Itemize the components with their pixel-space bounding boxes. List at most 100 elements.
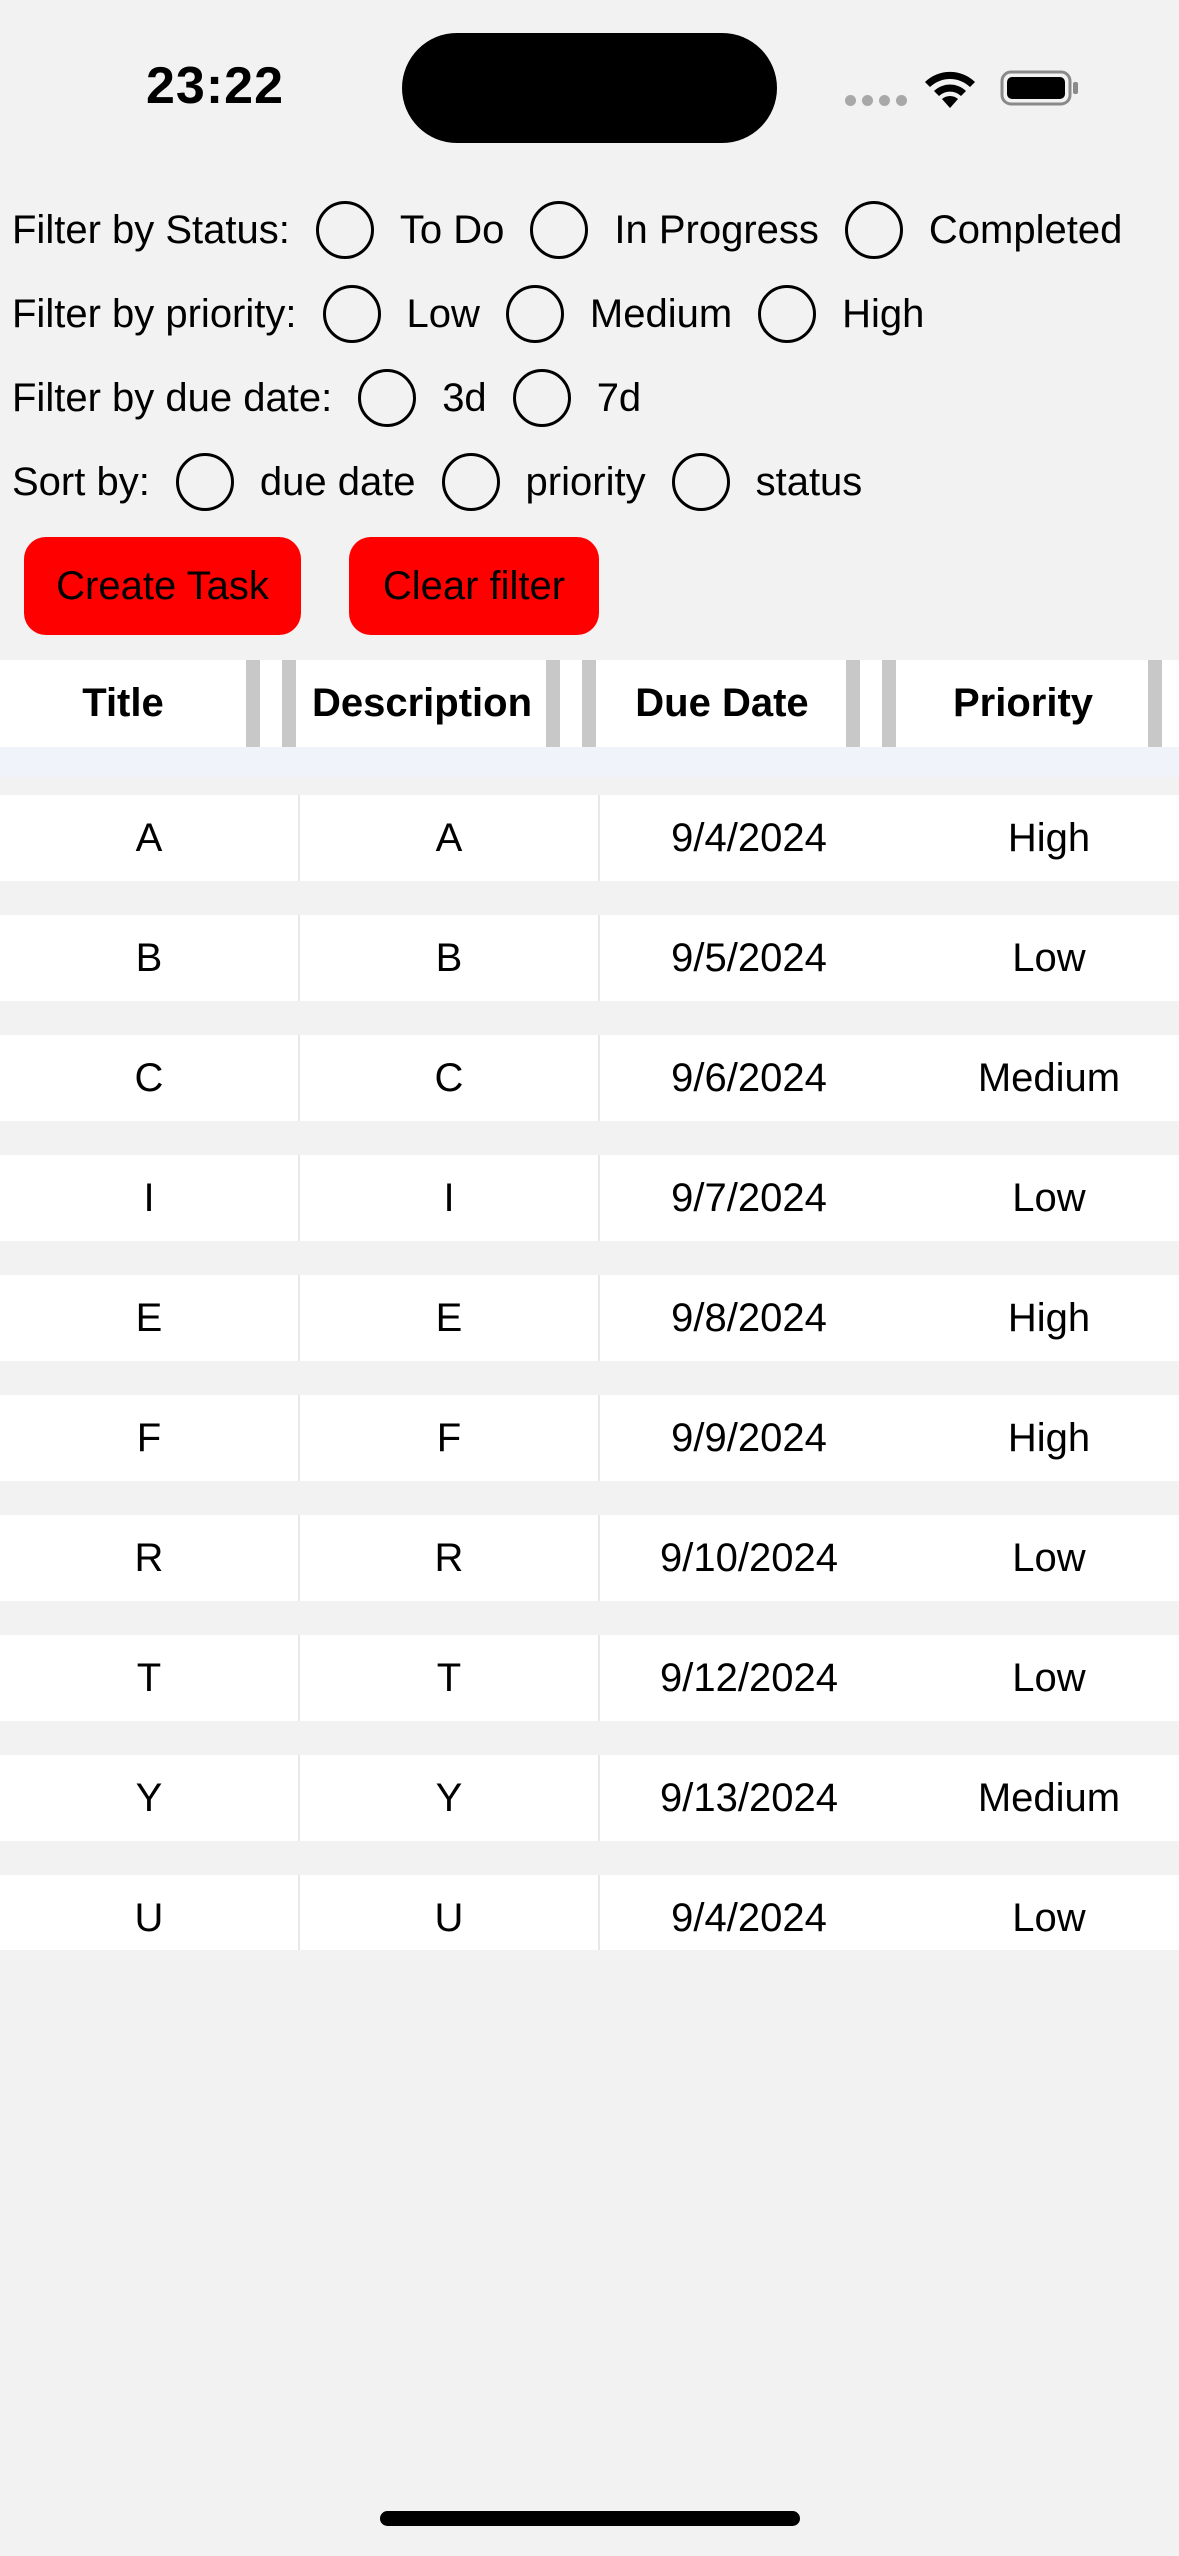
sort-label: Sort by: (12, 459, 150, 504)
radio-completed-label: Completed (928, 207, 1123, 252)
status-filter-row: Filter by Status: To Do In Progress Comp… (12, 200, 1148, 260)
column-resize-handle[interactable] (846, 660, 860, 747)
radio-7d[interactable] (512, 369, 571, 427)
table-row[interactable]: U U 9/4/2024 Low (0, 1875, 1179, 1950)
cell-priority: Low (1012, 1895, 1086, 1940)
column-resize-handle[interactable] (246, 660, 260, 747)
cell-due-date: 9/5/2024 (671, 935, 827, 980)
cell-due-date: 9/6/2024 (671, 1055, 827, 1100)
cell-priority: Low (1012, 1535, 1086, 1580)
status-bar: 23:22 (0, 0, 1179, 160)
table-row[interactable]: C C 9/6/2024 Medium (0, 1035, 1179, 1121)
cell-title: A (135, 815, 163, 860)
radio-sort-due-date-label: due date (259, 459, 416, 504)
cell-priority: High (1007, 1415, 1091, 1460)
table-row[interactable]: F F 9/9/2024 High (0, 1395, 1179, 1481)
status-filter-label: Filter by Status: (12, 207, 290, 252)
cell-description: U (434, 1895, 464, 1940)
cell-priority: High (1007, 1295, 1091, 1340)
radio-todo[interactable] (315, 201, 374, 259)
cell-due-date: 9/10/2024 (660, 1535, 838, 1580)
cell-priority: Low (1012, 935, 1086, 980)
battery-icon (1000, 70, 1078, 106)
cell-title: R (134, 1535, 164, 1580)
cell-title: B (135, 935, 163, 980)
cell-priority: Medium (977, 1055, 1121, 1100)
cell-due-date: 9/9/2024 (671, 1415, 827, 1460)
cell-due-date: 9/7/2024 (671, 1175, 827, 1220)
clear-filter-button[interactable]: Clear filter (349, 537, 599, 635)
priority-filter-row: Filter by priority: Low Medium High (12, 284, 950, 344)
cell-description: I (443, 1175, 455, 1220)
task-table-body: A A 9/4/2024 High B B 9/5/2024 Low C C 9… (0, 795, 1179, 1950)
radio-low-label: Low (406, 291, 480, 336)
radio-7d-label: 7d (596, 375, 642, 420)
cell-title: Y (135, 1775, 163, 1820)
cell-description: C (434, 1055, 464, 1100)
radio-sort-priority-label: priority (525, 459, 646, 504)
cell-priority: Low (1012, 1175, 1086, 1220)
cell-title: E (135, 1295, 163, 1340)
cell-title: I (143, 1175, 155, 1220)
table-header: Title Description Due Date Priority (0, 660, 1179, 747)
radio-sort-status-label: status (755, 459, 863, 504)
create-task-button[interactable]: Create Task (24, 537, 301, 635)
radio-in-progress-label: In Progress (614, 207, 819, 252)
cell-description: E (435, 1295, 463, 1340)
cell-description: A (435, 815, 463, 860)
table-row[interactable]: A A 9/4/2024 High (0, 795, 1179, 881)
cell-priority: Medium (977, 1775, 1121, 1820)
table-row[interactable]: B B 9/5/2024 Low (0, 915, 1179, 1001)
radio-high[interactable] (758, 285, 817, 343)
column-header-description[interactable]: Description (298, 660, 546, 747)
radio-sort-due-date[interactable] (175, 453, 234, 511)
status-time: 23:22 (146, 57, 284, 115)
column-header-title[interactable]: Title (0, 660, 246, 747)
cell-title: U (134, 1895, 164, 1940)
cell-description: Y (435, 1775, 463, 1820)
table-header-spacer (0, 747, 1179, 777)
cell-description: F (436, 1415, 462, 1460)
column-header-due-date[interactable]: Due Date (598, 660, 846, 747)
home-indicator[interactable] (380, 2511, 800, 2526)
dynamic-island (402, 33, 777, 143)
radio-3d-label: 3d (442, 375, 487, 420)
radio-sort-priority[interactable] (441, 453, 500, 511)
due-date-filter-label: Filter by due date: (12, 375, 333, 420)
priority-filter-label: Filter by priority: (12, 291, 297, 336)
radio-high-label: High (842, 291, 925, 336)
wifi-icon (925, 71, 975, 108)
radio-todo-label: To Do (399, 207, 505, 252)
radio-sort-status[interactable] (671, 453, 730, 511)
cell-description: B (435, 935, 463, 980)
cell-due-date: 9/12/2024 (660, 1655, 838, 1700)
column-header-priority[interactable]: Priority (898, 660, 1148, 747)
radio-completed[interactable] (844, 201, 903, 259)
sort-row: Sort by: due date priority status (12, 452, 888, 512)
table-row[interactable]: Y Y 9/13/2024 Medium (0, 1755, 1179, 1841)
table-row[interactable]: T T 9/12/2024 Low (0, 1635, 1179, 1721)
column-resize-handle[interactable] (882, 660, 896, 747)
cell-title: T (136, 1655, 162, 1700)
radio-in-progress[interactable] (530, 201, 589, 259)
column-resize-handle[interactable] (1148, 660, 1162, 747)
cell-due-date: 9/4/2024 (671, 815, 827, 860)
table-row[interactable]: E E 9/8/2024 High (0, 1275, 1179, 1361)
cell-due-date: 9/8/2024 (671, 1295, 827, 1340)
cell-title: C (134, 1055, 164, 1100)
radio-low[interactable] (322, 285, 381, 343)
cell-description: R (434, 1535, 464, 1580)
table-row[interactable]: I I 9/7/2024 Low (0, 1155, 1179, 1241)
radio-medium[interactable] (505, 285, 564, 343)
cell-title: F (136, 1415, 162, 1460)
cell-priority: High (1007, 815, 1091, 860)
column-resize-handle[interactable] (546, 660, 560, 747)
column-resize-handle[interactable] (582, 660, 596, 747)
table-row[interactable]: R R 9/10/2024 Low (0, 1515, 1179, 1601)
cellular-signal-icon (845, 95, 907, 106)
cell-description: T (436, 1655, 462, 1700)
cell-priority: Low (1012, 1655, 1086, 1700)
column-resize-handle[interactable] (282, 660, 296, 747)
radio-medium-label: Medium (589, 291, 733, 336)
radio-3d[interactable] (358, 369, 417, 427)
